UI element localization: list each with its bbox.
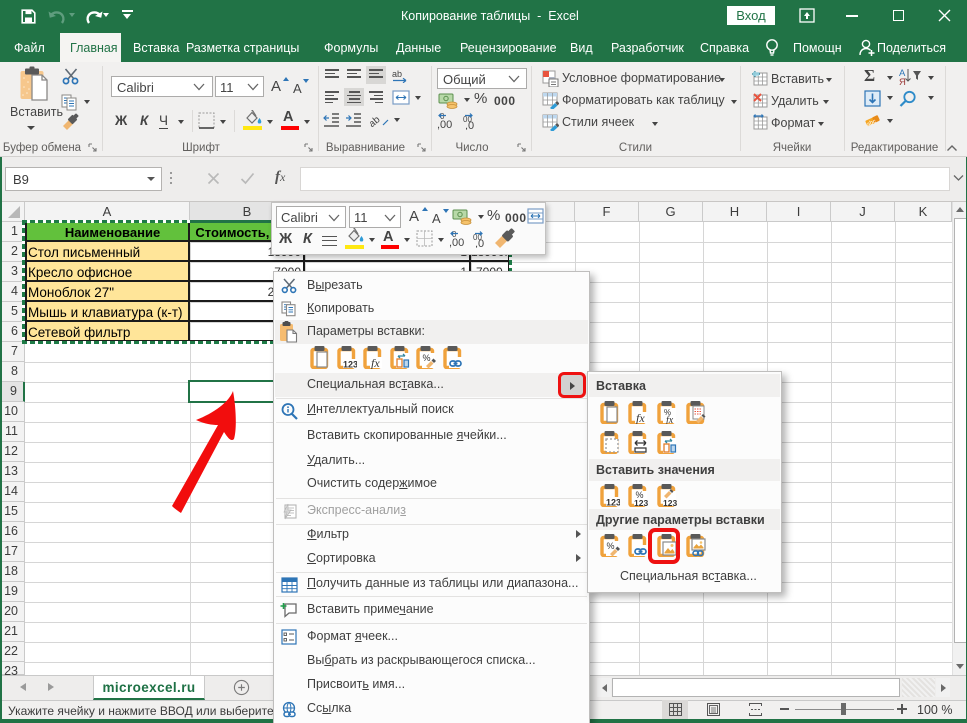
svg-text:fx: fx (666, 415, 674, 424)
svg-text:Я: Я (899, 77, 906, 85)
svg-text:123: 123 (634, 498, 648, 507)
svg-text:%: % (607, 541, 615, 551)
svg-text:,0: ,0 (465, 120, 474, 130)
svg-text:123: 123 (663, 498, 677, 507)
svg-text:fx: fx (371, 356, 380, 369)
svg-text:ab: ab (392, 69, 402, 79)
svg-text:123: 123 (343, 360, 357, 370)
svg-text:%: % (423, 353, 431, 363)
svg-text:fx: fx (636, 411, 645, 424)
svg-text:ab: ab (370, 114, 383, 128)
svg-text:123: 123 (606, 498, 620, 508)
svg-text:,0: ,0 (475, 238, 484, 248)
